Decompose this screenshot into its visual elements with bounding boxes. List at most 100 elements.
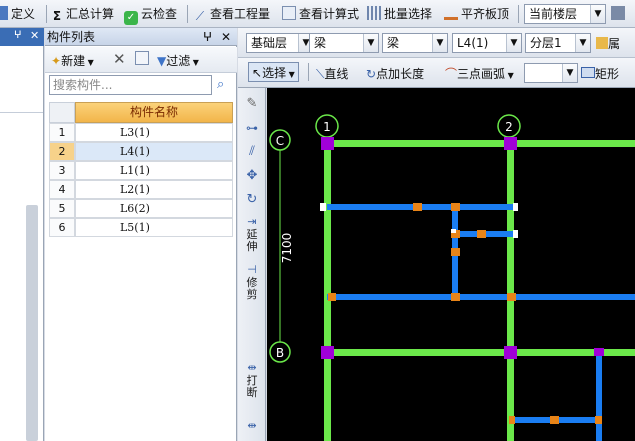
beam-L6[interactable] <box>596 350 602 441</box>
divider <box>0 112 43 113</box>
layer-select[interactable]: 基础层 ▼ <box>246 33 314 53</box>
edit-tool-column: ✎ ⊶ ⫽ ✥ ↻ ⇥ 延伸 ⊣ 修剪 ⇹ 打断 ⇹ <box>238 88 266 441</box>
define-button[interactable]: 定义 <box>0 4 35 24</box>
chevron-down-icon[interactable]: ▼ <box>432 34 447 52</box>
chevron-down-icon[interactable]: ▼ <box>575 34 590 52</box>
component-panel-header: 构件列表 ⵖ ✕ <box>45 28 237 46</box>
separator <box>187 5 188 23</box>
cloud-check-icon: ✓ <box>124 11 138 25</box>
grid-beam-B[interactable] <box>322 349 635 356</box>
beam-joint <box>595 416 602 424</box>
column[interactable] <box>504 346 517 359</box>
subtype-select[interactable]: 梁 ▼ <box>382 33 448 53</box>
type-select[interactable]: 梁 ▼ <box>309 33 379 53</box>
scrollbar-thumb[interactable] <box>26 205 38 441</box>
column-header-name[interactable]: 构件名称 <box>75 102 233 123</box>
rect-icon <box>581 67 595 78</box>
chevron-down-icon[interactable]: ▼ <box>562 64 577 82</box>
chevron-down-icon[interactable]: ▼ <box>363 34 378 52</box>
component-icon-button[interactable] <box>611 4 628 24</box>
point-length-button[interactable]: ↻点加长度 <box>366 65 424 82</box>
rect-button[interactable]: 矩形 <box>581 65 619 82</box>
view-quantity-button[interactable]: ⟋ 查看工程量 <box>193 4 270 24</box>
search-icon[interactable]: ⌕ <box>217 77 224 92</box>
align-slab-icon <box>444 6 458 20</box>
table-row[interactable]: 5 L6(2) <box>49 199 233 218</box>
extend-icon: ⇥ <box>247 215 257 228</box>
ruler-icon: ⟋ <box>195 9 205 23</box>
break-icon: ⇹ <box>247 361 257 374</box>
component-select[interactable]: L4(1) ▼ <box>452 33 522 53</box>
properties-button[interactable]: 属 <box>596 35 620 52</box>
chevron-down-icon[interactable]: ▼ <box>506 34 521 52</box>
offset-icon[interactable]: ⊶ <box>242 122 262 134</box>
cad-drawing[interactable]: 1 2 C B 7100 <box>267 88 635 441</box>
table-row[interactable]: 1 L3(1) <box>49 123 233 142</box>
grip-point[interactable] <box>320 203 326 211</box>
extend-button[interactable]: 延伸 <box>246 229 258 253</box>
trim-button[interactable]: 修剪 <box>246 277 258 301</box>
cloud-check-button[interactable]: ✓ 云检查 <box>124 4 177 25</box>
grid-select-icon <box>367 6 381 20</box>
axis-label-B: B <box>276 346 284 360</box>
cad-draw-toolbar: ↖选择 ▼ ⟍直线 ↻点加长度 ⌒三点画弧 ▼ ▼ 矩形 <box>238 58 635 88</box>
rotate-icon[interactable]: ↻ <box>242 193 262 206</box>
axis-label-1: 1 <box>323 120 331 134</box>
arc-icon: ⌒ <box>445 67 458 81</box>
axis-label-C: C <box>276 134 284 148</box>
pin-icon[interactable]: ⵖ <box>203 28 212 46</box>
table-row-selected[interactable]: 2 L4(1) <box>49 142 233 161</box>
close-icon[interactable]: ✕ <box>30 29 39 42</box>
separator <box>308 63 309 81</box>
align-slab-button[interactable]: 平齐板顶 <box>444 4 509 24</box>
nav-panel-header: ⵖ ✕ <box>0 28 44 46</box>
column[interactable] <box>321 346 334 359</box>
new-button[interactable]: ✦新建 ▼ <box>51 52 94 69</box>
delete-icon[interactable]: ✕ <box>113 50 126 68</box>
grip-point[interactable] <box>513 203 518 211</box>
point-length-icon: ↻ <box>366 67 377 81</box>
floor-select[interactable]: 当前楼层 ▼ <box>524 4 606 24</box>
table-row[interactable]: 3 L1(1) <box>49 161 233 180</box>
column[interactable] <box>594 348 604 356</box>
separator <box>518 5 519 23</box>
separator <box>46 5 47 23</box>
sum-calc-button[interactable]: Σ 汇总计算 <box>51 4 114 24</box>
pin-icon[interactable]: ⵖ <box>14 30 22 41</box>
beam-joint <box>507 293 516 301</box>
new-icon: ✦ <box>51 54 62 68</box>
line-button[interactable]: ⟍直线 <box>316 65 348 82</box>
close-icon[interactable]: ✕ <box>221 28 231 46</box>
filter-button[interactable]: ▼过滤 ▼ <box>157 52 199 69</box>
arc3-button[interactable]: ⌒三点画弧 ▼ <box>445 65 514 82</box>
sublayer-select[interactable]: 分层1 ▼ <box>525 33 591 53</box>
pencil-icon[interactable]: ✎ <box>242 97 262 110</box>
chevron-down-icon[interactable]: ▼ <box>590 5 605 23</box>
column[interactable] <box>504 137 517 150</box>
cube-icon <box>611 6 625 20</box>
beam-L1[interactable] <box>327 294 635 300</box>
copy-icon[interactable] <box>135 51 149 65</box>
select-button[interactable]: ↖选择 ▼ <box>248 62 299 82</box>
table-row[interactable]: 4 L2(1) <box>49 180 233 199</box>
column[interactable] <box>321 137 334 150</box>
more-icon[interactable]: ⇹ <box>242 420 262 432</box>
move-icon[interactable]: ✥ <box>242 169 262 182</box>
beam-joint <box>413 203 422 211</box>
grip-point[interactable] <box>513 230 518 238</box>
beam-joint <box>477 230 486 238</box>
search-input[interactable]: 搜索构件... <box>49 75 212 95</box>
batch-select-button[interactable]: 批量选择 <box>367 4 432 24</box>
beam-joint <box>451 203 460 211</box>
break-button[interactable]: 打断 <box>246 375 258 399</box>
beam-joint <box>509 416 515 424</box>
grip-point[interactable] <box>451 229 456 233</box>
table-row[interactable]: 6 L5(1) <box>49 218 233 237</box>
grid-beam-1[interactable] <box>324 140 331 441</box>
arc-mode-select[interactable]: ▼ <box>524 63 578 83</box>
main-toolbar: 定义 Σ 汇总计算 ✓ 云检查 ⟋ 查看工程量 查看计算式 批量选择 平齐板顶 当前楼… <box>0 0 635 28</box>
view-formula-button[interactable]: 查看计算式 <box>282 4 359 24</box>
grid-beam-2[interactable] <box>507 140 514 441</box>
grid-beam-C[interactable] <box>322 140 635 147</box>
mirror-icon[interactable]: ⫽ <box>242 145 262 158</box>
